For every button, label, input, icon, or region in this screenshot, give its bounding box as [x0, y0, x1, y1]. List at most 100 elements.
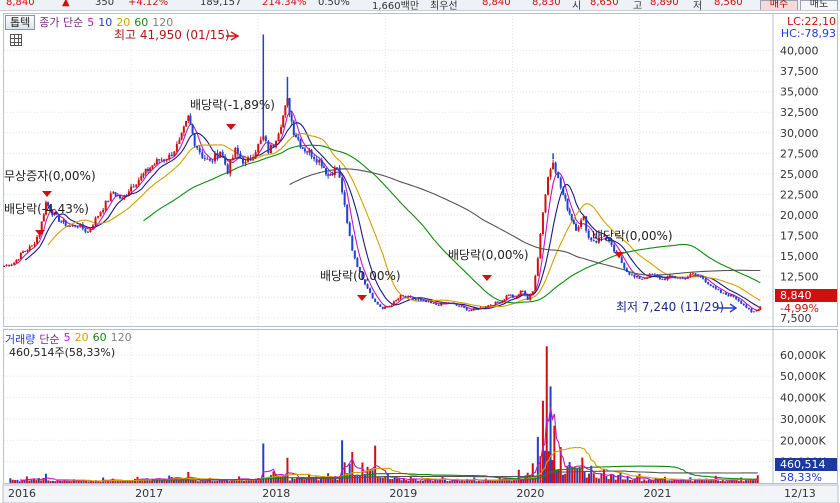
- candle-body: [442, 302, 445, 304]
- candle-body: [397, 298, 400, 301]
- candle-body: [163, 159, 166, 161]
- candle-body: [742, 303, 745, 306]
- candle-body: [559, 177, 562, 188]
- candle-body: [19, 253, 22, 260]
- candle-body: [613, 244, 616, 252]
- candle-body: [465, 307, 468, 311]
- candle-body: [395, 300, 398, 302]
- volume-bar: [647, 479, 650, 483]
- candle-body: [60, 221, 63, 223]
- volume-bar: [70, 481, 73, 483]
- grid-icon[interactable]: [10, 34, 22, 46]
- volume-bar: [75, 481, 78, 483]
- candle-body: [36, 236, 39, 244]
- volume-bar: [412, 478, 415, 483]
- candle-body: [102, 209, 105, 213]
- volume-bar: [343, 462, 346, 483]
- candle-body: [22, 251, 25, 254]
- candle-body: [28, 246, 31, 251]
- candle-body: [241, 157, 244, 164]
- volume-bar: [281, 475, 284, 483]
- high-marker-label: 최고 41,950 (01/15): [114, 28, 230, 42]
- candle-body: [702, 276, 705, 279]
- candle-body: [414, 298, 417, 300]
- candle-body: [390, 305, 393, 307]
- candle-body: [213, 153, 216, 162]
- volume-bar: [475, 481, 478, 483]
- ma-indicator-name[interactable]: 종가 단순: [39, 14, 83, 30]
- current-price-badge-text: 8,840: [780, 289, 812, 302]
- candle-body: [282, 115, 285, 128]
- candle-body: [412, 296, 415, 299]
- candle-body: [402, 295, 405, 297]
- candle-body: [587, 230, 590, 238]
- candle-body: [313, 157, 316, 160]
- candle-body: [648, 274, 651, 278]
- candle-body: [206, 158, 209, 160]
- volume-bar: [717, 480, 720, 483]
- volume-bar: [491, 480, 494, 483]
- candle-body: [125, 195, 128, 197]
- candle-body: [121, 197, 124, 199]
- candle-body: [216, 153, 219, 158]
- candle-body: [356, 258, 359, 268]
- volume-bar: [600, 473, 603, 483]
- candle-body: [33, 243, 36, 246]
- volume-bar: [40, 480, 43, 483]
- candle-body: [81, 224, 84, 229]
- candle-body: [445, 302, 448, 304]
- candle-body: [155, 159, 158, 165]
- volume-bar: [461, 480, 464, 483]
- volume-bar: [194, 480, 197, 483]
- volume-bar: [400, 480, 403, 483]
- candle-body: [15, 259, 18, 263]
- volume-bar: [564, 473, 567, 483]
- candle-body: [507, 294, 510, 296]
- volume-bar: [119, 480, 122, 483]
- candle-body: [123, 195, 126, 198]
- ma20-line: [47, 132, 761, 308]
- candle-body: [165, 159, 168, 161]
- candle-body: [224, 156, 227, 165]
- candle-body: [666, 277, 669, 280]
- toptek-button[interactable]: 톱텍: [5, 14, 36, 30]
- candle-body: [191, 124, 194, 134]
- candle-body: [306, 151, 309, 153]
- candle-body: [671, 275, 674, 277]
- ma10-label: 10: [98, 15, 113, 29]
- candle-body: [759, 306, 762, 310]
- vma5-line: [19, 407, 758, 482]
- candle-body: [492, 305, 495, 307]
- candle-body: [234, 147, 237, 158]
- candle-body: [484, 307, 487, 309]
- candle-body: [635, 276, 638, 278]
- candle-body: [384, 306, 387, 309]
- candle-body: [392, 301, 395, 306]
- ma5-label: 5: [87, 15, 95, 29]
- candle-body: [338, 167, 341, 178]
- candle-body: [168, 154, 171, 160]
- candle-body: [193, 133, 196, 146]
- candle-body: [297, 137, 300, 140]
- volume-bar: [379, 477, 382, 483]
- volume-bar: [443, 479, 446, 483]
- candle-body: [568, 209, 571, 214]
- candle-body: [189, 115, 192, 125]
- candle-body: [348, 222, 351, 237]
- volume-bar: [216, 480, 219, 483]
- candle-body: [531, 291, 534, 295]
- volume-bar: [204, 481, 207, 483]
- vma20-line: [55, 446, 758, 482]
- volume-bar: [703, 480, 706, 483]
- down-arrow-icon: [357, 295, 367, 301]
- candle-body: [331, 174, 334, 176]
- candle-body: [116, 195, 119, 197]
- candle-body: [137, 180, 140, 185]
- candle-body: [288, 98, 291, 115]
- candle-body: [489, 305, 492, 307]
- volume-bar: [555, 469, 558, 483]
- candle-body: [247, 157, 250, 162]
- candle-body: [699, 276, 702, 278]
- volume-bar: [436, 480, 439, 483]
- candle-body: [203, 158, 206, 160]
